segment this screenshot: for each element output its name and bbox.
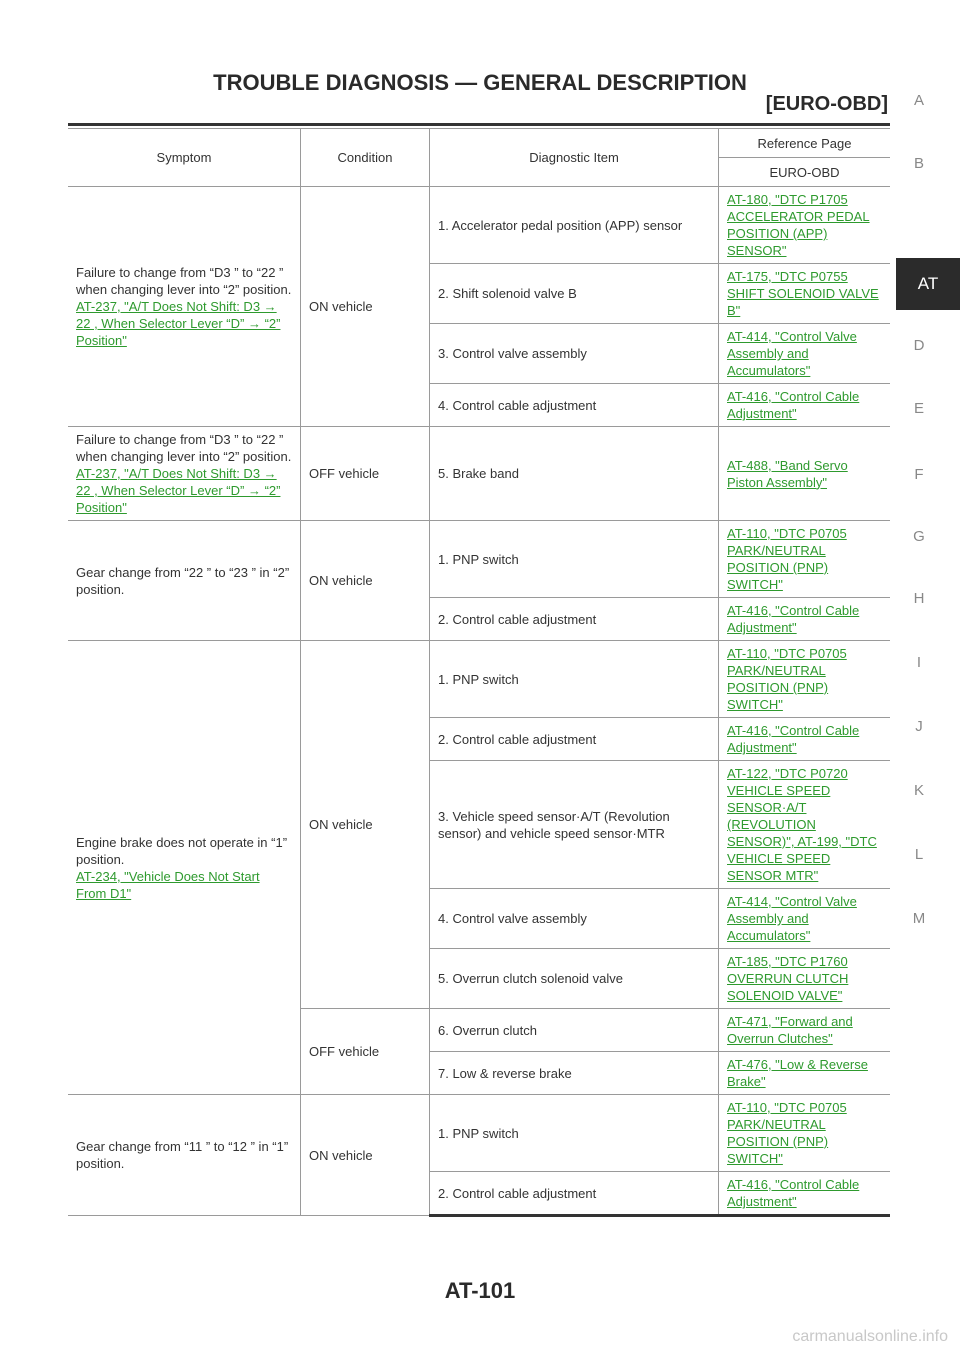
symptom-cell: Gear change from “11 ” to “12 ” in “1” p… — [68, 1094, 301, 1216]
diagnostic-item-cell: 6. Overrun clutch — [429, 1008, 719, 1052]
header-rule — [68, 123, 890, 126]
reference-cell: AT-185, "DTC P1760 OVERRUN CLUTCH SOLENO… — [718, 948, 890, 1009]
reference-cell: AT-110, "DTC P0705 PARK/NEUTRAL POSITION… — [718, 520, 890, 598]
symptom-text: Failure to change from “D3 ” to “22 ” wh… — [76, 432, 292, 464]
reference-page-link[interactable]: AT-416, "Control Cable Adjustment" — [727, 1177, 859, 1209]
section-tab-h[interactable]: H — [896, 590, 942, 607]
condition-cell: ON vehicle — [300, 520, 430, 641]
condition-cell: OFF vehicle — [300, 426, 430, 521]
reference-cell: AT-416, "Control Cable Adjustment" — [718, 597, 890, 641]
table-row: Gear change from “22 ” to “23 ” in “2” p… — [68, 520, 890, 641]
table-row: Failure to change from “D3 ” to “22 ” wh… — [68, 186, 890, 427]
section-tab-at[interactable]: AT — [896, 258, 960, 310]
reference-page-link[interactable]: AT-471, "Forward and Overrun Clutches" — [727, 1014, 853, 1046]
section-tab-b[interactable]: B — [896, 155, 942, 172]
section-tab-i[interactable]: I — [896, 654, 942, 671]
header-condition: Condition — [300, 128, 430, 187]
table-row: Engine brake does not operate in “1” pos… — [68, 640, 890, 1095]
reference-cell: AT-180, "DTC P1705 ACCELERATOR PEDAL POS… — [718, 186, 890, 264]
symptom-cell: Gear change from “22 ” to “23 ” in “2” p… — [68, 520, 301, 641]
diagnostic-item-cell: 2. Shift solenoid valve B — [429, 263, 719, 324]
page-number: AT-101 — [444, 1278, 516, 1303]
reference-page-link[interactable]: AT-414, "Control Valve Assembly and Accu… — [727, 329, 857, 378]
diagnostic-item-cell: 7. Low & reverse brake — [429, 1051, 719, 1095]
reference-page-link[interactable]: AT-110, "DTC P0705 PARK/NEUTRAL POSITION… — [727, 646, 847, 712]
section-tab-l[interactable]: L — [896, 846, 942, 863]
section-tab-m[interactable]: M — [896, 910, 942, 927]
reference-page-link[interactable]: AT-488, "Band Servo Piston Assembly" — [727, 458, 848, 490]
reference-cell: AT-488, "Band Servo Piston Assembly" — [718, 426, 890, 521]
reference-page-link[interactable]: AT-416, "Control Cable Adjustment" — [727, 389, 859, 421]
symptom-reference-link[interactable]: AT-237, "A/T Does Not Shift: D3 → 22 , W… — [76, 299, 280, 348]
diagnostic-item-cell: 2. Control cable adjustment — [429, 597, 719, 641]
symptom-text: Gear change from “22 ” to “23 ” in “2” p… — [76, 564, 290, 597]
condition-cell: ON vehicle — [300, 640, 430, 1009]
reference-page-link[interactable]: AT-175, "DTC P0755 SHIFT SOLENOID VALVE … — [727, 269, 879, 318]
diagnostic-item-cell: 2. Control cable adjustment — [429, 717, 719, 761]
reference-cell: AT-414, "Control Valve Assembly and Accu… — [718, 888, 890, 949]
diagnostic-item-cell: 1. PNP switch — [429, 520, 719, 598]
reference-cell: AT-122, "DTC P0720 VEHICLE SPEED SENSOR·… — [718, 760, 890, 889]
header-diagnostic-item: Diagnostic Item — [429, 128, 719, 187]
section-tab-f[interactable]: F — [896, 466, 942, 483]
reference-page-link[interactable]: AT-110, "DTC P0705 PARK/NEUTRAL POSITION… — [727, 1100, 847, 1166]
reference-cell: AT-471, "Forward and Overrun Clutches" — [718, 1008, 890, 1052]
table-row: Failure to change from “D3 ” to “22 ” wh… — [68, 426, 890, 521]
reference-cell: AT-416, "Control Cable Adjustment" — [718, 383, 890, 427]
diagnostic-item-cell: 1. Accelerator pedal position (APP) sens… — [429, 186, 719, 264]
reference-page-link[interactable]: AT-185, "DTC P1760 OVERRUN CLUTCH SOLENO… — [727, 954, 848, 1003]
reference-cell: AT-110, "DTC P0705 PARK/NEUTRAL POSITION… — [718, 1094, 890, 1172]
section-tab-a[interactable]: A — [896, 92, 942, 109]
reference-page-link[interactable]: AT-416, "Control Cable Adjustment" — [727, 723, 859, 755]
diagnostic-item-cell: 2. Control cable adjustment — [429, 1171, 719, 1217]
reference-page-link[interactable]: AT-476, "Low & Reverse Brake" — [727, 1057, 868, 1089]
reference-cell: AT-414, "Control Valve Assembly and Accu… — [718, 323, 890, 384]
condition-cell: OFF vehicle — [300, 1008, 430, 1095]
reference-cell: AT-476, "Low & Reverse Brake" — [718, 1051, 890, 1095]
watermark: carmanualsonline.info — [792, 1328, 948, 1345]
section-tab-k[interactable]: K — [896, 782, 942, 799]
section-tab-e[interactable]: E — [896, 400, 942, 417]
condition-cell: ON vehicle — [300, 186, 430, 427]
section-tab-j[interactable]: J — [896, 718, 942, 735]
symptom-cell: Failure to change from “D3 ” to “22 ” wh… — [68, 426, 301, 521]
symptom-text: Engine brake does not operate in “1” pos… — [76, 834, 288, 867]
symptom-text: Failure to change from “D3 ” to “22 ” wh… — [76, 265, 292, 297]
header-reference-page: Reference Page — [718, 128, 890, 158]
table-row: Gear change from “11 ” to “12 ” in “1” p… — [68, 1094, 890, 1216]
reference-cell: AT-175, "DTC P0755 SHIFT SOLENOID VALVE … — [718, 263, 890, 324]
diagnostic-item-cell: 5. Brake band — [429, 426, 719, 521]
reference-cell: AT-416, "Control Cable Adjustment" — [718, 1171, 890, 1217]
condition-cell: ON vehicle — [300, 1094, 430, 1216]
diagnostic-item-cell: 4. Control cable adjustment — [429, 383, 719, 427]
reference-page-link[interactable]: AT-180, "DTC P1705 ACCELERATOR PEDAL POS… — [727, 192, 870, 258]
reference-page-link[interactable]: AT-414, "Control Valve Assembly and Accu… — [727, 894, 857, 943]
symptom-cell: Engine brake does not operate in “1” pos… — [68, 640, 301, 1095]
diagnosis-table: Symptom Condition Diagnostic Item Refere… — [68, 128, 890, 1217]
diagnostic-item-cell: 5. Overrun clutch solenoid valve — [429, 948, 719, 1009]
diagnostic-item-cell: 3. Vehicle speed sensor·A/T (Revolution … — [429, 760, 719, 889]
section-tab-g[interactable]: G — [896, 528, 942, 545]
diagnostic-item-cell: 1. PNP switch — [429, 640, 719, 718]
symptom-reference-link[interactable]: AT-234, "Vehicle Does Not Start From D1" — [76, 869, 260, 901]
header-symptom: Symptom — [68, 128, 301, 187]
symptom-cell: Failure to change from “D3 ” to “22 ” wh… — [68, 186, 301, 427]
diagnostic-item-cell: 4. Control valve assembly — [429, 888, 719, 949]
symptom-text: Gear change from “11 ” to “12 ” in “1” p… — [76, 1139, 289, 1171]
section-index: A B AT D E F G H I J K L M — [896, 0, 960, 1000]
section-tab-d[interactable]: D — [896, 337, 942, 354]
diagnostic-item-cell: 3. Control valve assembly — [429, 323, 719, 384]
reference-page-link[interactable]: AT-110, "DTC P0705 PARK/NEUTRAL POSITION… — [727, 526, 847, 592]
reference-cell: AT-416, "Control Cable Adjustment" — [718, 717, 890, 761]
reference-page-link[interactable]: AT-416, "Control Cable Adjustment" — [727, 603, 859, 635]
page-subtitle: [EURO-OBD] — [765, 93, 888, 115]
header-reference-sub: EURO-OBD — [718, 157, 890, 187]
diagnostic-item-cell: 1. PNP switch — [429, 1094, 719, 1172]
reference-cell: AT-110, "DTC P0705 PARK/NEUTRAL POSITION… — [718, 640, 890, 718]
symptom-reference-link[interactable]: AT-237, "A/T Does Not Shift: D3 → 22 , W… — [76, 466, 280, 515]
reference-page-link[interactable]: AT-122, "DTC P0720 VEHICLE SPEED SENSOR·… — [727, 766, 877, 883]
